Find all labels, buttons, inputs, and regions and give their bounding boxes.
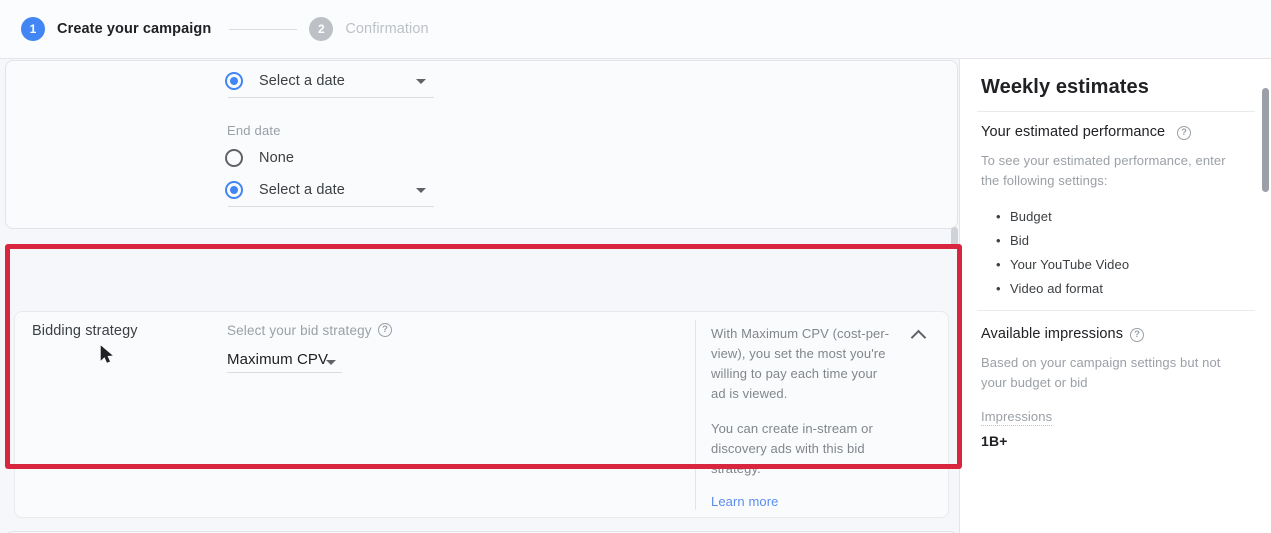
sidebar-divider-2	[977, 310, 1255, 311]
bid-strategy-info-paragraph-1: With Maximum CPV (cost-per-view), you se…	[711, 326, 890, 401]
bidding-panel-divider	[695, 320, 696, 510]
step-create-campaign[interactable]: 1 Create your campaign	[21, 17, 211, 41]
bidding-strategy-title: Bidding strategy	[32, 323, 138, 339]
start-date-select-label: Select a date	[259, 73, 345, 89]
list-item: Video ad format	[996, 277, 1129, 301]
campaign-stepper: 1 Create your campaign 2 Confirmation	[0, 0, 1271, 59]
estimated-performance-description: To see your estimated performance, enter…	[981, 153, 1226, 188]
radio-end-date-none[interactable]	[225, 149, 243, 167]
end-date-caret-down-icon[interactable]	[416, 188, 426, 193]
list-item: Your YouTube Video	[996, 253, 1129, 277]
start-date-field-underline	[228, 97, 434, 98]
weekly-estimates-sidebar: Weekly estimates Your estimated performa…	[959, 59, 1271, 533]
stepper-connector	[229, 28, 298, 30]
sidebar-scrollbar-thumb[interactable]	[1262, 88, 1269, 192]
impressions-metric-value: 1B+	[981, 433, 1008, 449]
bid-strategy-field-label: Select your bid strategy	[227, 323, 372, 338]
bid-strategy-caret-down-icon[interactable]	[326, 360, 336, 365]
end-date-select-option[interactable]: Select a date	[225, 181, 345, 199]
estimated-performance-help-icon[interactable]: ?	[1177, 126, 1191, 140]
bid-strategy-info-paragraph-2: You can create in-stream or discovery ad…	[711, 421, 873, 476]
end-date-none-label: None	[259, 150, 295, 166]
end-date-field-underline	[228, 206, 434, 207]
end-date-none-option[interactable]: None	[225, 149, 294, 167]
impressions-metric-name: Impressions	[981, 409, 1053, 426]
radio-end-date-select[interactable]	[225, 181, 243, 199]
page-body: Select a date End date None Select a dat…	[0, 59, 1271, 533]
step-1-number: 1	[21, 17, 45, 41]
step-2-label: Confirmation	[345, 21, 429, 37]
start-date-select-option[interactable]: Select a date	[225, 72, 345, 90]
available-impressions-help-icon[interactable]: ?	[1130, 328, 1144, 342]
settings-column: Select a date End date None Select a dat…	[0, 59, 959, 533]
weekly-estimates-title: Weekly estimates	[981, 76, 1149, 98]
bid-strategy-field-underline	[227, 372, 342, 373]
start-date-caret-down-icon[interactable]	[416, 79, 426, 84]
step-1-label: Create your campaign	[57, 21, 212, 37]
left-panel-scrollbar-thumb[interactable]	[951, 227, 958, 249]
step-confirmation[interactable]: 2 Confirmation	[309, 17, 429, 41]
bidding-panel-chevron-up-icon[interactable]	[910, 329, 927, 346]
available-impressions-description: Based on your campaign settings but not …	[981, 355, 1221, 390]
bid-strategy-selected-value[interactable]: Maximum CPV	[227, 351, 328, 368]
bidding-strategy-card: Bidding strategy Select your bid strateg…	[14, 311, 949, 518]
estimated-performance-requirements: Budget Bid Your YouTube Video Video ad f…	[996, 205, 1129, 301]
bid-strategy-learn-more-link[interactable]: Learn more	[711, 494, 778, 509]
end-date-select-label: Select a date	[259, 182, 345, 198]
list-item: Bid	[996, 229, 1129, 253]
step-2-number: 2	[309, 17, 334, 41]
bid-strategy-help-icon[interactable]: ?	[378, 323, 392, 337]
schedule-card: Select a date End date None Select a dat…	[5, 60, 958, 229]
sidebar-divider-1	[977, 111, 1255, 112]
sidebar-scrollbar-track[interactable]	[1260, 59, 1271, 533]
available-impressions-heading: Available impressions	[981, 326, 1124, 342]
list-item: Budget	[996, 205, 1129, 229]
mouse-cursor	[100, 345, 113, 363]
estimated-performance-heading: Your estimated performance	[981, 124, 1166, 140]
end-date-group-label: End date	[227, 123, 281, 138]
radio-start-select-date[interactable]	[225, 72, 243, 90]
